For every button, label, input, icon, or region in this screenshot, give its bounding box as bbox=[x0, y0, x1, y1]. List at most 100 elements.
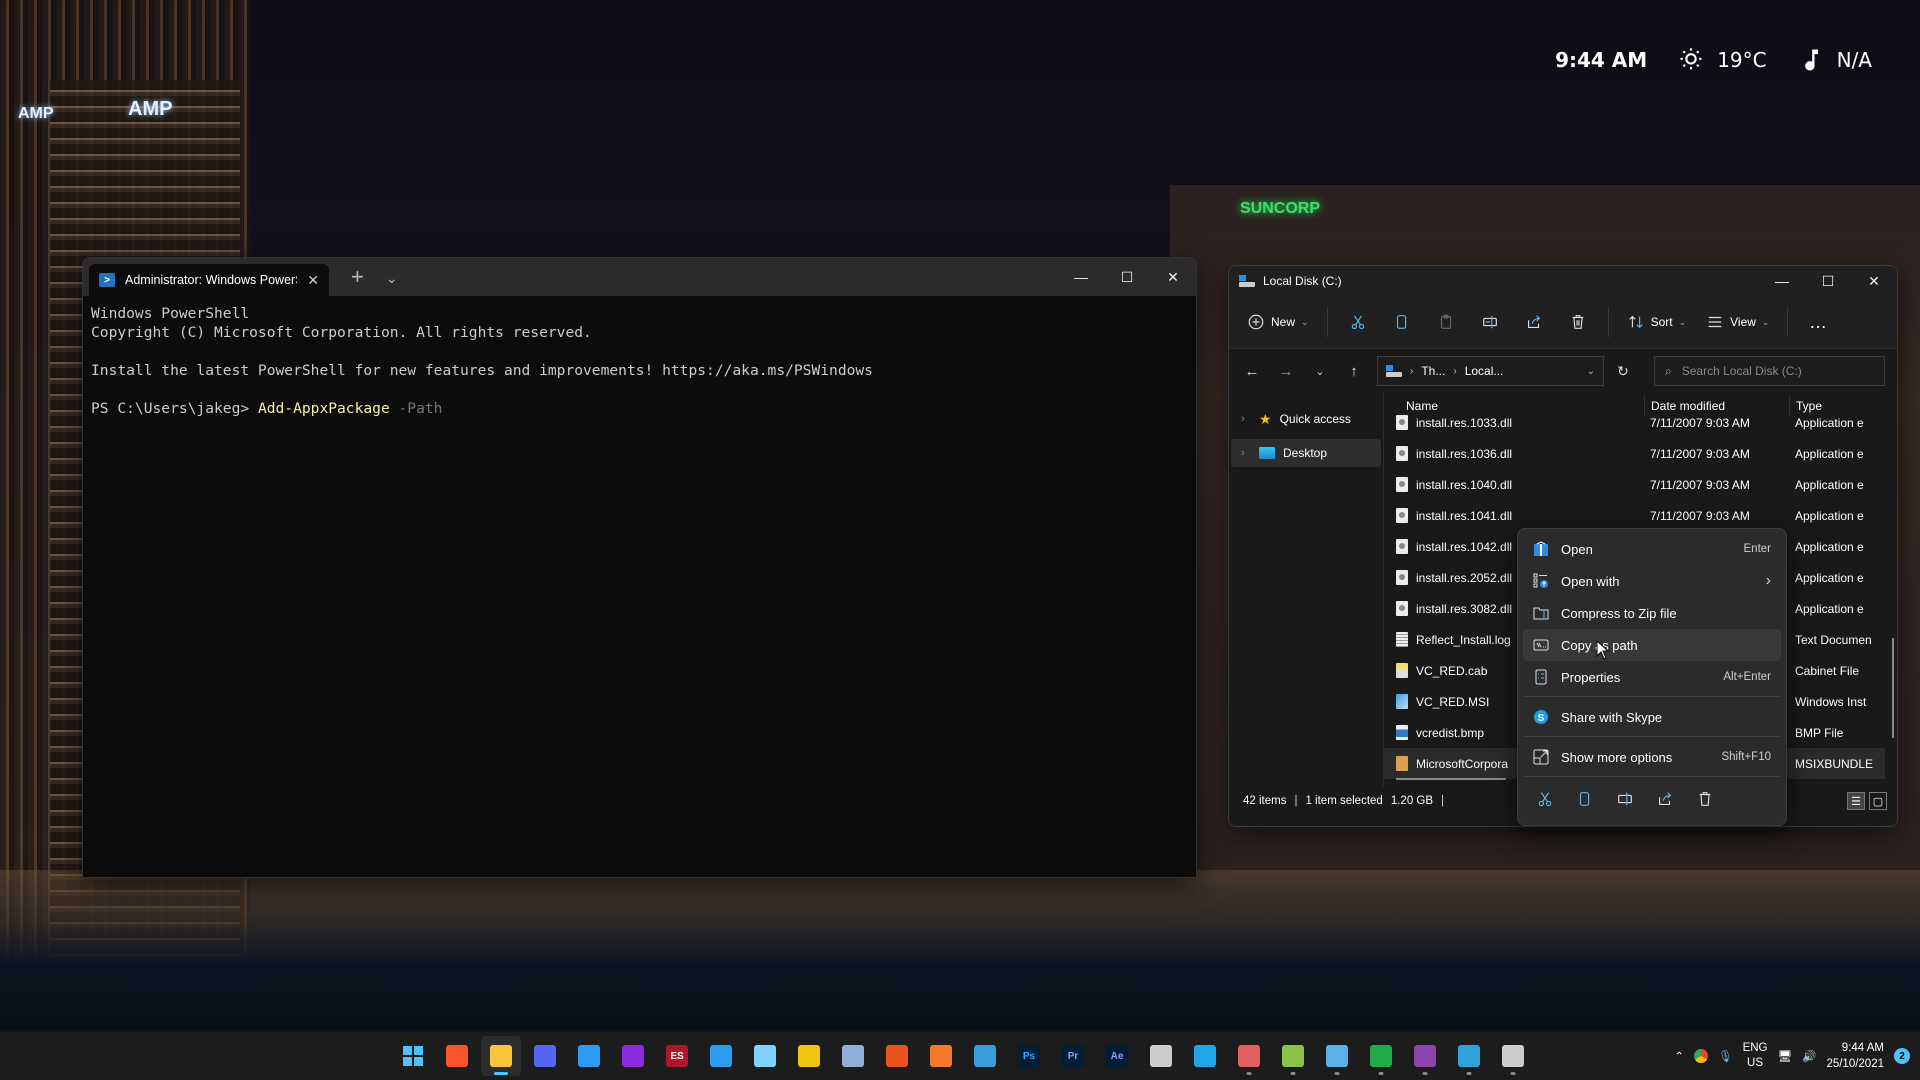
new-tab-button[interactable]: + bbox=[351, 264, 364, 290]
taskbar-app-premiere[interactable]: Pr bbox=[1053, 1036, 1093, 1076]
taskbar-app-powershell[interactable] bbox=[1449, 1036, 1489, 1076]
address-bar[interactable]: › Th... › Local... ⌄ bbox=[1377, 356, 1604, 386]
notification-badge[interactable]: 2 bbox=[1894, 1048, 1910, 1064]
status-divider: | bbox=[1294, 795, 1298, 807]
refresh-icon[interactable]: ↻ bbox=[1608, 356, 1638, 386]
more-options-button[interactable]: … bbox=[1798, 306, 1838, 338]
menu-item-compress-zip[interactable]: Compress to Zip file bbox=[1523, 597, 1781, 629]
taskbar-app-start[interactable] bbox=[393, 1036, 433, 1076]
expand-chevron-icon[interactable]: › bbox=[1241, 447, 1251, 459]
menu-item-open[interactable]: Open Enter bbox=[1523, 533, 1781, 565]
file-row[interactable]: install.res.1040.dll 7/11/2007 9:03 AM App… bbox=[1384, 469, 1885, 500]
taskbar-clock[interactable]: 9:44 AM 25/10/2021 bbox=[1826, 1040, 1884, 1072]
breadcrumb-this-pc[interactable]: Th... bbox=[1421, 364, 1445, 378]
new-button[interactable]: New ⌄ bbox=[1239, 306, 1317, 338]
terminal-window[interactable]: > Administrator: Windows PowerS ✕ + ⌄ — … bbox=[82, 257, 1197, 878]
file-row[interactable]: install.res.1041.dll 7/11/2007 9:03 AM App… bbox=[1384, 500, 1885, 531]
menu-item-properties[interactable]: Properties Alt+Enter bbox=[1523, 661, 1781, 693]
share-icon[interactable] bbox=[1655, 789, 1675, 809]
taskbar-app-ubuntu[interactable] bbox=[877, 1036, 917, 1076]
taskbar-app-discord[interactable] bbox=[525, 1036, 565, 1076]
terminal-titlebar[interactable]: > Administrator: Windows PowerS ✕ + ⌄ — … bbox=[83, 258, 1196, 296]
taskbar-app-davinci[interactable] bbox=[965, 1036, 1005, 1076]
volume-icon[interactable]: 🔊 bbox=[1802, 1049, 1816, 1063]
delete-button[interactable] bbox=[1558, 306, 1598, 338]
mouse-cursor-icon bbox=[1596, 640, 1610, 660]
view-button[interactable]: View ⌄ bbox=[1698, 306, 1777, 338]
expand-chevron-icon[interactable]: › bbox=[1241, 413, 1251, 425]
paste-button[interactable] bbox=[1426, 306, 1466, 338]
nav-item-quick-access[interactable]: › ★ Quick access bbox=[1231, 405, 1381, 433]
explorer-titlebar[interactable]: Local Disk (C:) — ☐ ✕ bbox=[1229, 266, 1897, 296]
taskbar-app-app-yellow[interactable] bbox=[789, 1036, 829, 1076]
minimize-button[interactable]: — bbox=[1759, 266, 1805, 296]
menu-item-copy-as-path[interactable]: Copy as path bbox=[1523, 629, 1781, 661]
microphone-icon[interactable]: 🎙 bbox=[1718, 1049, 1733, 1063]
file-row[interactable]: install.res.1033.dll 7/11/2007 9:03 AM App… bbox=[1384, 407, 1885, 438]
taskbar-app-app-red-ball[interactable] bbox=[1229, 1036, 1269, 1076]
terminal-output[interactable]: Windows PowerShell Copyright (C) Microsof… bbox=[83, 296, 1196, 426]
menu-item-show-more-options[interactable]: Show more options Shift+F10 bbox=[1523, 741, 1781, 773]
sort-button[interactable]: Sort ⌄ bbox=[1619, 306, 1695, 338]
taskbar-app-windows-terminal[interactable] bbox=[1493, 1036, 1533, 1076]
drive-icon bbox=[1239, 275, 1255, 287]
taskbar-app-photoshop[interactable]: Ps bbox=[1009, 1036, 1049, 1076]
back-arrow-icon[interactable]: ← bbox=[1237, 356, 1267, 386]
maximize-button[interactable]: ☐ bbox=[1104, 258, 1150, 296]
maximize-button[interactable]: ☐ bbox=[1805, 266, 1851, 296]
taskbar-app-cortana[interactable] bbox=[613, 1036, 653, 1076]
taskbar-app-after-effects[interactable]: Ae bbox=[1097, 1036, 1137, 1076]
taskbar-app-app-blue-bar[interactable] bbox=[1185, 1036, 1225, 1076]
up-arrow-icon[interactable]: ↑ bbox=[1339, 356, 1369, 386]
menu-item-open-with[interactable]: Open with › bbox=[1523, 565, 1781, 597]
show-hidden-icons-icon[interactable]: ⌃ bbox=[1674, 1049, 1684, 1063]
taskbar-app-obs[interactable] bbox=[1141, 1036, 1181, 1076]
nav-item-desktop[interactable]: › Desktop bbox=[1231, 439, 1381, 467]
taskbar-app-es[interactable]: ES bbox=[657, 1036, 697, 1076]
file-type: Application e bbox=[1795, 508, 1864, 523]
show-more-icon bbox=[1533, 749, 1549, 765]
taskbar-app-file-explorer[interactable] bbox=[481, 1036, 521, 1076]
rename-button[interactable] bbox=[1470, 306, 1510, 338]
copy-icon[interactable] bbox=[1575, 789, 1595, 809]
share-button[interactable] bbox=[1514, 306, 1554, 338]
cut-icon[interactable] bbox=[1535, 789, 1555, 809]
search-input[interactable]: ⌕ Search Local Disk (C:) bbox=[1654, 356, 1885, 386]
taskbar-app-blender[interactable] bbox=[921, 1036, 961, 1076]
close-button[interactable]: ✕ bbox=[1150, 258, 1196, 296]
terminal-tab[interactable]: > Administrator: Windows PowerS ✕ bbox=[89, 264, 329, 296]
cut-button[interactable] bbox=[1338, 306, 1378, 338]
address-dropdown-icon[interactable]: ⌄ bbox=[1587, 366, 1595, 377]
taskbar-app-github[interactable] bbox=[1405, 1036, 1445, 1076]
details-view-icon[interactable]: ☰ bbox=[1847, 792, 1865, 810]
close-button[interactable]: ✕ bbox=[1851, 266, 1897, 296]
rename-icon[interactable] bbox=[1615, 789, 1635, 809]
breadcrumb-local-disk[interactable]: Local... bbox=[1465, 364, 1504, 378]
input-language[interactable]: ENG US bbox=[1743, 1041, 1768, 1071]
vertical-scrollbar[interactable] bbox=[1892, 638, 1894, 738]
taskbar-app-mail[interactable] bbox=[569, 1036, 609, 1076]
toolbar-divider bbox=[1326, 307, 1328, 337]
taskbar-app-notepad[interactable] bbox=[1317, 1036, 1357, 1076]
forward-arrow-icon[interactable]: → bbox=[1271, 356, 1301, 386]
taskbar-app-app-green[interactable] bbox=[1361, 1036, 1401, 1076]
file-row[interactable]: install.res.1036.dll 7/11/2007 9:03 AM App… bbox=[1384, 438, 1885, 469]
taskbar-app-app-green-grid[interactable] bbox=[1273, 1036, 1313, 1076]
minimize-button[interactable]: — bbox=[1058, 258, 1104, 296]
copy-button[interactable] bbox=[1382, 306, 1422, 338]
taskbar-app-brave[interactable] bbox=[437, 1036, 477, 1076]
terminal-prompt-line[interactable]: PS C:\Users\jakeg> Add-AppxPackage -Path bbox=[91, 399, 1188, 418]
network-icon[interactable]: 🖥 bbox=[1778, 1049, 1793, 1063]
sort-ascending-icon: ⌃ bbox=[1514, 393, 1523, 400]
taskbar-app-steam-like[interactable] bbox=[833, 1036, 873, 1076]
recent-locations-icon[interactable]: ⌄ bbox=[1305, 356, 1335, 386]
tab-close-icon[interactable]: ✕ bbox=[307, 272, 319, 289]
trash-icon[interactable] bbox=[1695, 789, 1715, 809]
taskbar-app-vscode[interactable] bbox=[701, 1036, 741, 1076]
chrome-tray-icon[interactable] bbox=[1693, 1049, 1708, 1063]
tiles-view-icon[interactable]: ▢ bbox=[1869, 792, 1887, 810]
horizontal-scrollbar[interactable] bbox=[1396, 778, 1506, 780]
taskbar-app-terminal-prompt[interactable] bbox=[745, 1036, 785, 1076]
menu-item-share-skype[interactable]: S Share with Skype bbox=[1523, 701, 1781, 733]
tab-dropdown-icon[interactable]: ⌄ bbox=[386, 270, 398, 287]
